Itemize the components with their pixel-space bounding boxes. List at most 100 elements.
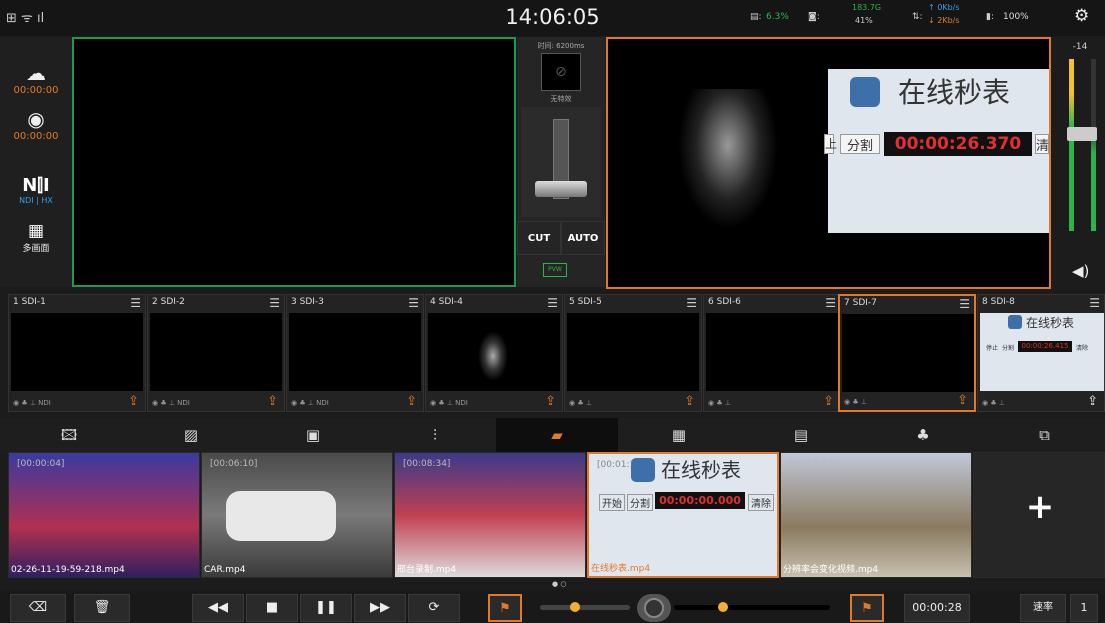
menu-icon[interactable]: ☰: [959, 297, 970, 311]
t-bar[interactable]: [521, 107, 601, 217]
menu-icon[interactable]: ☰: [547, 296, 558, 310]
tab-image[interactable]: 🖾: [8, 418, 130, 452]
mixer-icon: ⫶: [433, 426, 437, 444]
stopwatch-app-icon: [850, 77, 880, 107]
source-footer-icons: ◉ ♣ ⊥: [982, 399, 1005, 407]
speaker-icon[interactable]: ◀): [1072, 262, 1089, 280]
tab-audio-mixer[interactable]: ⫶: [374, 418, 496, 452]
source-card-sdi-6[interactable]: 6 SDI-6 ☰ ◉ ♣ ⊥ ⇪: [703, 294, 841, 412]
loop-button[interactable]: ⟳: [408, 594, 460, 622]
delete-button[interactable]: ⌫: [10, 594, 66, 622]
source-card-sdi-3[interactable]: 3 SDI-3 ☰ ◉ ♣ ⊥ NDI ⇪: [286, 294, 424, 412]
source-card-sdi-1[interactable]: 1 SDI-1 ☰ ◉ ♣ ⊥ NDI ⇪: [8, 294, 146, 412]
push-icon[interactable]: ⇪: [545, 394, 556, 409]
source-card-sdi-5[interactable]: 5 SDI-5 ☰ ◉ ♣ ⊥ ⇪: [564, 294, 702, 412]
volume-fader-handle[interactable]: [1067, 127, 1097, 141]
pause-icon: ❚❚: [315, 600, 337, 615]
in-point-handle[interactable]: [570, 602, 580, 612]
cut-button[interactable]: CUT: [517, 221, 561, 255]
source-card-sdi-4[interactable]: 4 SDI-4 ☰ ◉ ♣ ⊥ NDI ⇪: [425, 294, 563, 412]
source-card-sdi-2[interactable]: 2 SDI-2 ☰ ◉ ♣ ⊥ NDI ⇪: [147, 294, 285, 412]
mark-in-button[interactable]: ⚑: [488, 594, 522, 622]
source-footer-icons: ◉ ♣ ⊥: [708, 399, 731, 407]
clip-filename: CAR.mp4: [204, 565, 246, 575]
media-clip[interactable]: [00:15:07] 分辨率会变化视频.mp4: [780, 452, 972, 578]
source-card-sdi-7[interactable]: 7 SDI-7 ☰ ◉ ♣ ⊥ ⇪: [838, 294, 976, 412]
out-point-track[interactable]: [674, 602, 830, 612]
playhead-jog[interactable]: [637, 594, 671, 622]
dancer-video: [678, 89, 778, 229]
record-button[interactable]: ◉ 00:00:00: [0, 107, 72, 142]
tab-media-files[interactable]: ▰: [496, 418, 618, 452]
settings-gear-icon[interactable]: ⚙: [1074, 6, 1089, 26]
overlay-edge-text: 上: [824, 134, 837, 154]
push-icon[interactable]: ⇪: [684, 394, 695, 409]
clip-clear: 清除: [748, 494, 774, 511]
source-name: SDI-6: [716, 297, 741, 307]
source-thumbnail: [289, 313, 421, 391]
multiview-button[interactable]: ▦ 多画面: [0, 221, 72, 254]
menu-icon[interactable]: ☰: [130, 296, 141, 310]
fast-forward-button[interactable]: ▶▶: [354, 594, 406, 622]
tab-replay[interactable]: ⧉: [984, 418, 1105, 452]
source-card-sdi-8[interactable]: 8 SDI-8 ☰ 在线秒表 停止 分割 00:00:26.415 清除 ◉ ♣ …: [977, 294, 1105, 412]
out-point-handle[interactable]: [718, 602, 728, 612]
source-index: 4: [430, 297, 436, 307]
audio-meter-left: [1069, 59, 1074, 231]
push-icon[interactable]: ⇪: [1087, 394, 1098, 409]
push-icon[interactable]: ⇪: [957, 393, 968, 408]
source-thumbnail: [150, 313, 282, 391]
clip-filename: 邢台录制.mp4: [397, 565, 457, 575]
pause-button[interactable]: ❚❚: [300, 594, 352, 622]
disk-icon: ◙:: [808, 12, 820, 22]
ndi-button[interactable]: N⫿I NDI | HX: [0, 175, 72, 205]
transition-effect-button[interactable]: ⊘: [541, 53, 581, 91]
tab-ptz[interactable]: ♣: [862, 418, 984, 452]
preview-monitor[interactable]: [72, 37, 516, 287]
tab-notes[interactable]: ▤: [740, 418, 862, 452]
media-clip[interactable]: [00:08:34] 邢台录制.mp4: [394, 452, 586, 578]
rate-value[interactable]: 1: [1070, 594, 1098, 622]
menu-icon[interactable]: ☰: [269, 296, 280, 310]
clip-timer: 00:00:00.000: [655, 492, 745, 509]
in-point-track[interactable]: [540, 602, 630, 612]
source-index: 1: [13, 297, 19, 307]
stream-button[interactable]: ☁ 00:00:00: [0, 61, 72, 96]
pvw-toggle[interactable]: PVW: [543, 263, 567, 277]
trash-button[interactable]: 🗑: [74, 594, 130, 622]
rate-label[interactable]: 速率: [1020, 594, 1066, 622]
picture-text-icon: ▨: [183, 426, 199, 444]
download-speed: ↓ 2Kb/s: [928, 16, 960, 25]
menu-icon[interactable]: ☰: [686, 296, 697, 310]
mark-out-button[interactable]: ⚑: [850, 594, 884, 622]
menu-icon[interactable]: ☰: [825, 296, 836, 310]
source-index: 7: [844, 298, 850, 308]
mark-out-icon: ⚑: [861, 601, 873, 616]
audio-panel: -14 ◀): [1055, 37, 1105, 287]
page-indicator-dots: ● ○: [552, 580, 567, 588]
push-icon[interactable]: ⇪: [823, 394, 834, 409]
tab-picture-overlay[interactable]: ▨: [130, 418, 252, 452]
t-bar-handle[interactable]: [535, 181, 587, 197]
rewind-icon: ◀◀: [208, 600, 228, 615]
push-icon[interactable]: ⇪: [128, 394, 139, 409]
push-icon[interactable]: ⇪: [267, 394, 278, 409]
menu-icon[interactable]: ☰: [408, 296, 419, 310]
tab-timer[interactable]: ▦: [618, 418, 740, 452]
tab-pip[interactable]: ▣: [252, 418, 374, 452]
auto-button[interactable]: AUTO: [561, 221, 605, 255]
clip-overlay-title: 在线秒表: [661, 458, 741, 482]
program-monitor[interactable]: 在线秒表 上 分割 00:00:26.370 清: [606, 37, 1051, 289]
add-clip-button[interactable]: +: [973, 452, 1105, 578]
push-icon[interactable]: ⇪: [406, 394, 417, 409]
audio-meter-right: [1091, 59, 1096, 231]
media-clip-selected[interactable]: [00:01:13] 在线秒表 开始 分割 00:00:00.000 清除 在线…: [587, 452, 779, 578]
overlay-title: 在线秒表: [898, 76, 1011, 109]
media-clip[interactable]: [00:06:10] CAR.mp4: [201, 452, 393, 578]
cpu-icon: ▤:: [750, 12, 762, 22]
stop-button[interactable]: ■: [246, 594, 298, 622]
source-name: SDI-4: [438, 297, 463, 307]
media-clip[interactable]: [00:00:04] 02-26-11-19-59-218.mp4: [8, 452, 200, 578]
rewind-button[interactable]: ◀◀: [192, 594, 244, 622]
menu-icon[interactable]: ☰: [1089, 296, 1100, 310]
